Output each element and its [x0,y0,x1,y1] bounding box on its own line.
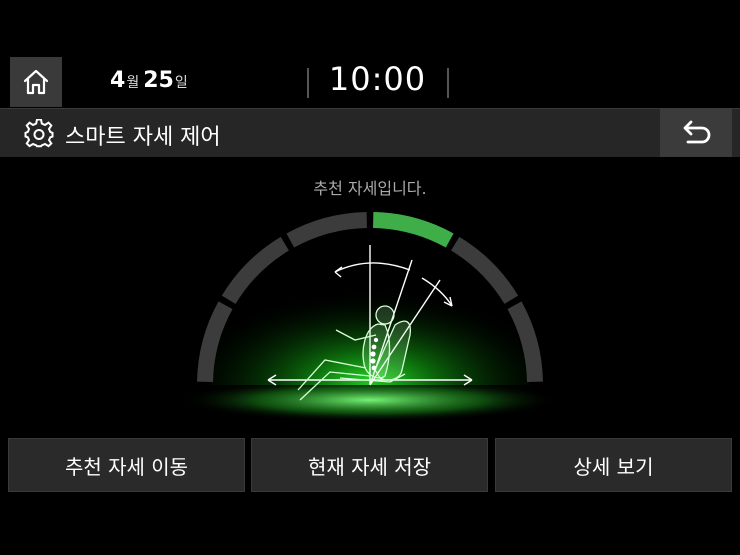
recommendation-message: 추천 자세입니다. [313,179,427,198]
page-title: 스마트 자세 제어 [65,125,221,150]
date-month: 4 [110,68,126,93]
gear-icon [24,119,54,148]
back-arrow-icon [683,120,711,144]
back-button[interactable] [660,109,732,157]
date-month-unit: 월 [126,75,140,91]
divider [307,68,309,98]
save-current-posture-button[interactable]: 현재 자세 저장 [251,438,488,492]
date-day: 25 [143,68,174,93]
title-bar: 스마트 자세 제어 [0,108,740,157]
divider [447,68,449,98]
date-display: 4월 25일 [110,68,192,93]
clock: 10:00 [328,60,427,98]
home-button[interactable] [10,57,62,107]
date-day-unit: 일 [174,75,188,91]
posture-gauge [180,212,560,420]
move-to-recommended-button[interactable]: 추천 자세 이동 [8,438,245,492]
home-icon [23,69,49,95]
view-details-button[interactable]: 상세 보기 [495,438,732,492]
status-bar: 4월 25일 10:00 [0,52,740,108]
